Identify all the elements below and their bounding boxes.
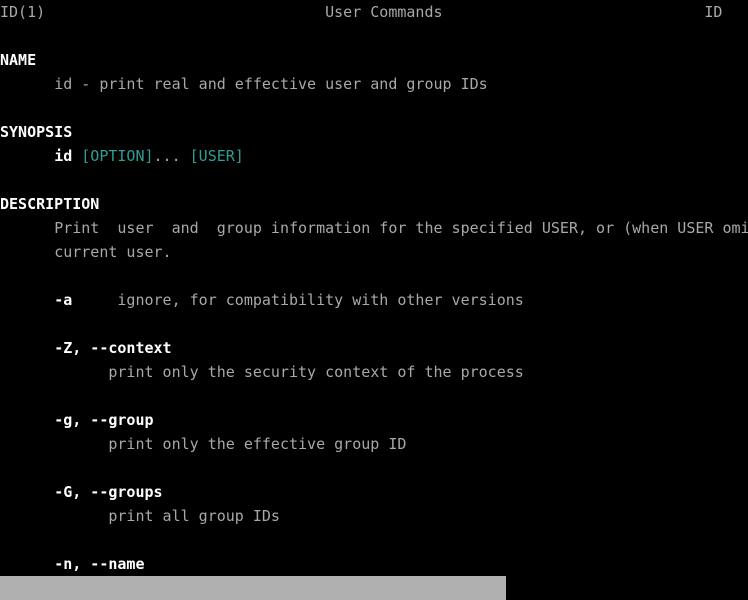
- line-text: -g, --group: [54, 411, 154, 429]
- line-text: id - print real and effective user and g…: [54, 75, 488, 93]
- man-header-line: ID(1) User Commands ID: [0, 0, 748, 24]
- line-text: [USER]: [189, 147, 244, 165]
- man-line: -n, --name: [0, 552, 748, 576]
- man-line: -a ignore, for compatibility with other …: [0, 288, 748, 312]
- man-line: -Z, --context: [0, 336, 748, 360]
- line-text: -Z, --context: [54, 339, 172, 357]
- man-line: print all group IDs: [0, 504, 748, 528]
- line-text: print only the security context of the p…: [108, 363, 524, 381]
- line-text: -n, --name: [54, 555, 145, 573]
- man-line: [0, 312, 748, 336]
- line-text: id: [54, 147, 82, 165]
- section-title: DESCRIPTION: [0, 195, 100, 213]
- line-text: print all group IDs: [108, 507, 280, 525]
- man-line: -g, --group: [0, 408, 748, 432]
- section-heading-synopsis: SYNOPSIS: [0, 120, 748, 144]
- man-line: id - print real and effective user and g…: [0, 72, 748, 96]
- line-text: print only the effective group ID: [108, 435, 407, 453]
- man-line: [0, 264, 748, 288]
- line-text: Print user and group information for the…: [54, 219, 748, 237]
- terminal-window[interactable]: ID(1) User Commands ID NAME id - print re…: [0, 0, 748, 600]
- section-title: SYNOPSIS: [0, 123, 73, 141]
- man-line: id [OPTION]... [USER]: [0, 144, 748, 168]
- section-title: NAME: [0, 51, 37, 69]
- section-heading-name: NAME: [0, 48, 748, 72]
- text-rows: ID(1) User Commands ID NAME id - print re…: [0, 0, 748, 600]
- line-text: [OPTION]: [81, 147, 154, 165]
- man-line: current user.: [0, 240, 748, 264]
- man-line: -G, --groups: [0, 480, 748, 504]
- man-line: Print user and group information for the…: [0, 216, 748, 240]
- man-line: [0, 528, 748, 552]
- line-text: ...: [153, 147, 190, 165]
- man-line: [0, 456, 748, 480]
- man-line: [0, 384, 748, 408]
- pager-status-bar[interactable]: Manual page id(1) line 1 (press h for he…: [0, 576, 506, 600]
- man-page-content: ID(1) User Commands ID NAME id - print re…: [0, 0, 748, 597]
- man-header-text: ID(1) User Commands ID: [0, 3, 723, 21]
- line-text: -a: [54, 291, 73, 309]
- man-line: print only the security context of the p…: [0, 360, 748, 384]
- section-heading-description: DESCRIPTION: [0, 192, 748, 216]
- line-text: current user.: [54, 243, 172, 261]
- line-text: -G, --groups: [54, 483, 163, 501]
- line-text: ignore, for compatibility with other ver…: [72, 291, 524, 309]
- man-line: print only the effective group ID: [0, 432, 748, 456]
